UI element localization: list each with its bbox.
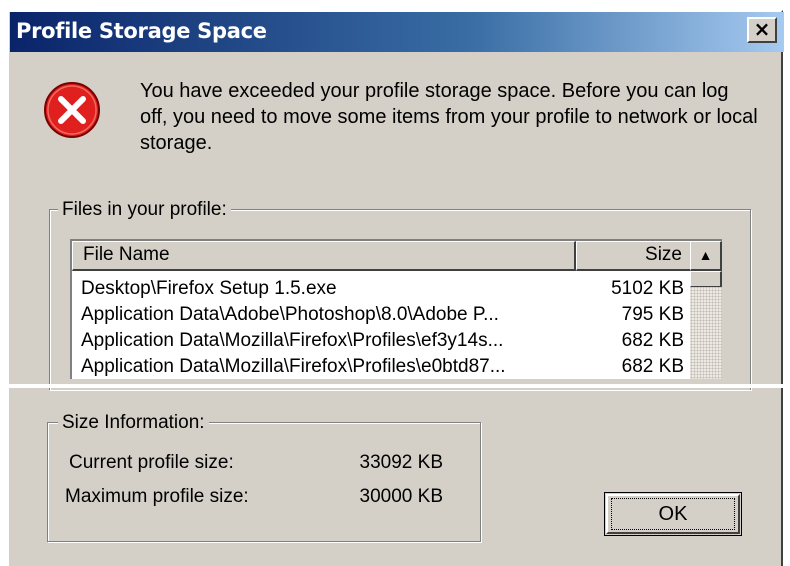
column-header-size[interactable]: Size bbox=[576, 241, 692, 271]
screenshot-divider bbox=[0, 384, 790, 388]
files-group-legend: Files in your profile: bbox=[58, 199, 231, 221]
scroll-up-button[interactable]: ▲ bbox=[690, 241, 722, 271]
scroll-up-arrow-icon: ▲ bbox=[698, 247, 713, 263]
error-icon bbox=[44, 82, 100, 138]
scrollbar-track[interactable] bbox=[690, 271, 722, 379]
files-list[interactable]: File Name Size Desktop\Firefox Setup 1.5… bbox=[70, 239, 722, 379]
file-name: Application Data\Mozilla\Firefox\Profile… bbox=[81, 330, 504, 351]
dialog-title: Profile Storage Space bbox=[16, 19, 267, 43]
ok-button[interactable]: OK bbox=[604, 492, 742, 536]
file-name: Application Data\Mozilla\Firefox\Profile… bbox=[81, 356, 506, 377]
file-row[interactable]: Application Data\Mozilla\Firefox\Profile… bbox=[72, 328, 684, 354]
file-size: 682 KB bbox=[621, 330, 684, 351]
file-size: 795 KB bbox=[621, 304, 684, 325]
current-profile-size-label: Current profile size: bbox=[69, 452, 234, 473]
maximum-profile-size-value: 30000 KB bbox=[359, 486, 443, 507]
file-row[interactable]: Application Data\Adobe\Photoshop\8.0\Ado… bbox=[72, 302, 684, 328]
file-row[interactable]: Desktop\Firefox Setup 1.5.exe 5102 KB bbox=[72, 276, 684, 302]
size-info-group-box bbox=[47, 422, 481, 542]
file-size: 682 KB bbox=[621, 356, 684, 377]
column-header-file-name-label: File Name bbox=[83, 244, 170, 265]
column-header-file-name[interactable]: File Name bbox=[72, 241, 576, 271]
column-header-size-label: Size bbox=[645, 244, 682, 265]
close-button[interactable]: × bbox=[747, 17, 777, 43]
error-message: You have exceeded your profile storage s… bbox=[140, 80, 758, 154]
scrollbar-thumb[interactable] bbox=[690, 271, 722, 287]
file-name: Application Data\Adobe\Photoshop\8.0\Ado… bbox=[81, 304, 499, 325]
file-row[interactable]: Application Data\Mozilla\Firefox\Profile… bbox=[72, 354, 684, 379]
file-name: Desktop\Firefox Setup 1.5.exe bbox=[81, 278, 337, 299]
current-profile-size-value: 33092 KB bbox=[359, 452, 443, 473]
size-info-group-legend: Size Information: bbox=[58, 412, 209, 434]
maximum-profile-size-label: Maximum profile size: bbox=[65, 486, 249, 507]
ok-button-label: OK bbox=[658, 503, 688, 525]
file-size: 5102 KB bbox=[611, 278, 684, 299]
